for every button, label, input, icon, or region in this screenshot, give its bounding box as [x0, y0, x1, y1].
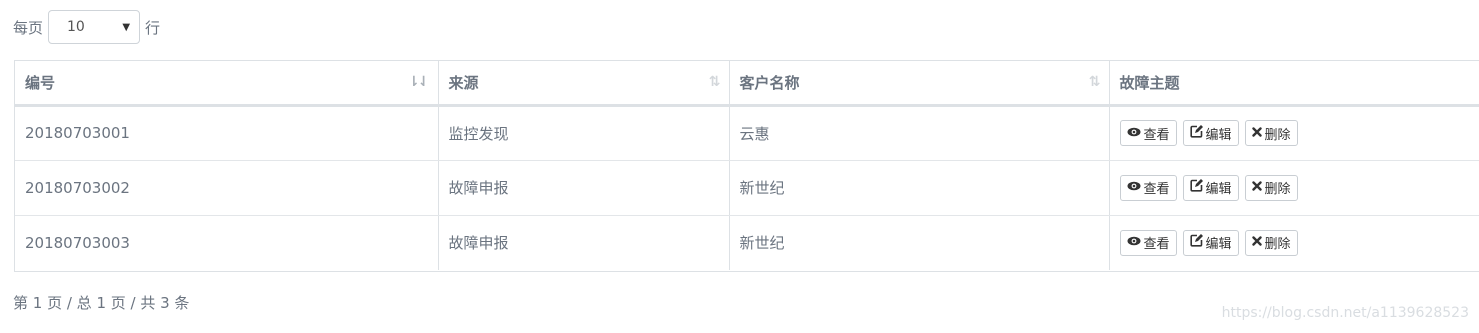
page-size-select[interactable]: 10 ▼ [48, 10, 141, 44]
delete-button-label: 删除 [1264, 182, 1291, 197]
cell-id: 20180703003 [15, 215, 439, 270]
view-button[interactable]: 查看 [1119, 174, 1177, 201]
cell-actions: 查看 编辑 删除 [1109, 105, 1479, 161]
page-size-control: 每页 10 ▼ 行 [13, 9, 160, 45]
cell-id: 20180703002 [15, 160, 439, 216]
delete-button-label: 删除 [1264, 237, 1291, 253]
table-row: 20180703002 故障申报 新世纪 查看 编辑 删除 [15, 160, 1479, 216]
cell-customer: 新世纪 [729, 215, 1110, 270]
delete-button-label: 删除 [1264, 127, 1291, 143]
view-button-label: 查看 [1143, 127, 1170, 143]
edit-button-label: 编辑 [1205, 182, 1232, 197]
column-header-source[interactable]: 来源 ⇅ [438, 61, 730, 107]
table-header-row: 编号 ⇂⇃ 来源 ⇅ 客户名称 ⇅ 故障主题 [15, 61, 1479, 107]
cell-actions: 查看 编辑 删除 [1109, 160, 1479, 216]
sort-icon[interactable]: ⇅ [709, 74, 721, 90]
column-header-id[interactable]: 编号 ⇂⇃ [15, 61, 439, 107]
edit-button[interactable]: 编辑 [1182, 174, 1239, 201]
watermark: https://blog.csdn.net/a1139628523 [1221, 305, 1469, 321]
column-header-topic: 故障主题 [1109, 61, 1479, 107]
table-row: 20180703001 监控发现 云惠 查看 编辑 删除 [15, 105, 1479, 161]
cell-id: 20180703001 [15, 105, 439, 161]
caret-down-icon: ▼ [122, 21, 131, 33]
column-header-label: 来源 [448, 73, 479, 92]
eye-icon [1127, 180, 1144, 195]
close-icon [1251, 180, 1265, 195]
column-header-label: 故障主题 [1119, 73, 1180, 92]
cell-source: 故障申报 [438, 160, 730, 216]
view-button-label: 查看 [1143, 182, 1170, 197]
edit-button[interactable]: 编辑 [1182, 229, 1239, 256]
pagination-info: 第 1 页 / 总 1 页 / 共 3 条 [13, 294, 190, 312]
sort-desc-icon[interactable]: ⇂⇃ [408, 74, 430, 90]
view-button[interactable]: 查看 [1119, 120, 1177, 146]
column-header-label: 编号 [25, 73, 56, 92]
edit-button-label: 编辑 [1205, 237, 1232, 253]
eye-icon [1127, 126, 1144, 141]
cell-actions: 查看 编辑 删除 [1109, 215, 1479, 270]
eye-icon [1127, 235, 1144, 250]
view-button[interactable]: 查看 [1119, 229, 1177, 256]
page-size-suffix: 行 [145, 18, 161, 37]
delete-button[interactable]: 删除 [1244, 174, 1298, 201]
edit-icon [1189, 234, 1206, 251]
table-row: 20180703003 故障申报 新世纪 查看 编辑 删除 [15, 215, 1479, 270]
column-header-label: 客户名称 [739, 73, 800, 92]
delete-button[interactable]: 删除 [1244, 229, 1298, 256]
close-icon [1251, 126, 1265, 141]
edit-button-label: 编辑 [1205, 127, 1232, 143]
edit-button[interactable]: 编辑 [1182, 120, 1239, 146]
view-button-label: 查看 [1143, 237, 1170, 253]
cell-customer: 新世纪 [729, 160, 1110, 216]
cell-source: 故障申报 [438, 215, 730, 270]
cell-customer: 云惠 [729, 105, 1110, 161]
cell-source: 监控发现 [438, 105, 730, 161]
close-icon [1251, 235, 1265, 250]
page-size-value: 10 [67, 19, 85, 35]
page-size-prefix: 每页 [13, 18, 44, 37]
edit-icon [1189, 179, 1206, 196]
delete-button[interactable]: 删除 [1244, 120, 1298, 146]
data-table: 编号 ⇂⇃ 来源 ⇅ 客户名称 ⇅ 故障主题 20180703001 监控发现 云惠… [14, 60, 1479, 272]
edit-icon [1189, 124, 1206, 142]
sort-icon[interactable]: ⇅ [1089, 74, 1101, 90]
column-header-customer[interactable]: 客户名称 ⇅ [729, 61, 1110, 107]
